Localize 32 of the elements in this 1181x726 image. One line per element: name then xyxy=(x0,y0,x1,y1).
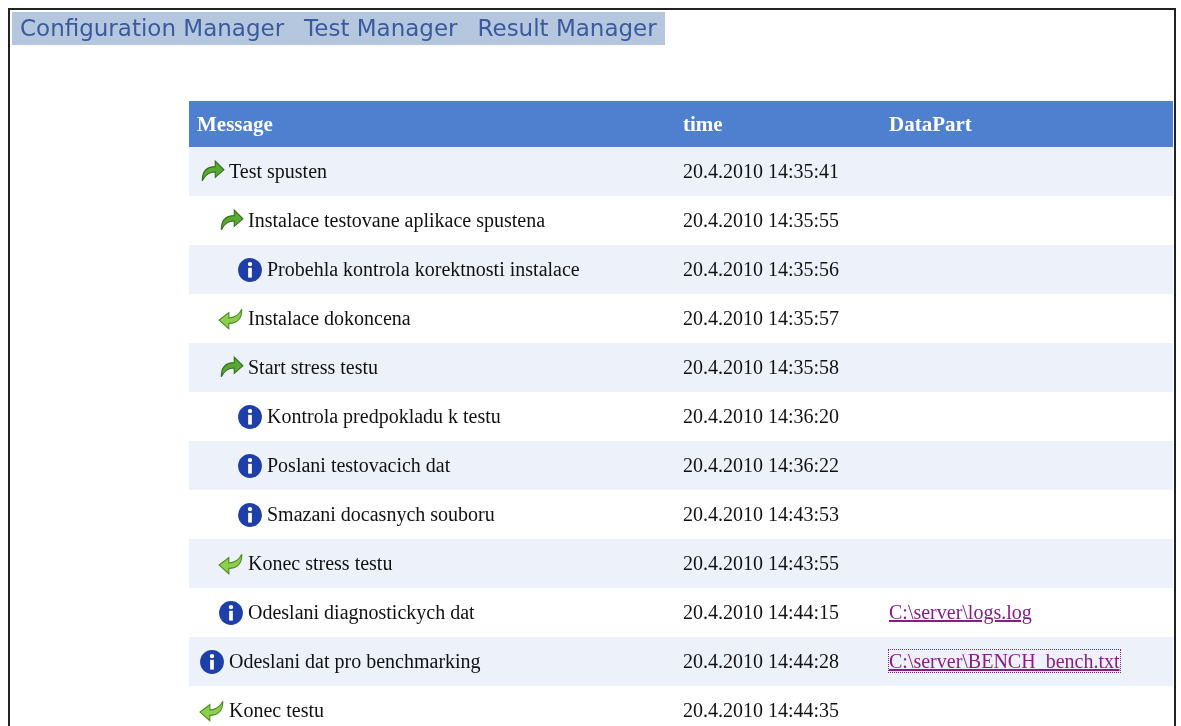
message-text: Poslani testovacich dat xyxy=(267,454,451,477)
time-text: 20.4.2010 14:35:55 xyxy=(683,209,840,231)
time-text: 20.4.2010 14:44:15 xyxy=(683,601,840,623)
message-text: Odeslani diagnostickych dat xyxy=(248,601,475,624)
time-text: 20.4.2010 14:35:57 xyxy=(683,307,840,329)
message-text: Instalace dokoncena xyxy=(248,307,411,330)
time-text: 20.4.2010 14:35:41 xyxy=(683,160,840,182)
message-text: Odeslani dat pro benchmarking xyxy=(229,650,481,673)
menu-link[interactable]: Configuration Manager xyxy=(20,15,285,41)
menu-link[interactable]: Result Manager xyxy=(477,15,657,41)
time-text: 20.4.2010 14:36:22 xyxy=(683,454,840,476)
time-text: 20.4.2010 14:35:58 xyxy=(683,356,840,378)
column-header: time xyxy=(683,111,723,136)
message-text: Smazani docasnych souboru xyxy=(267,503,495,526)
message-text: Probehla kontrola korektnosti instalace xyxy=(267,258,580,281)
file-link[interactable]: C:\server\BENCH_bench.txt xyxy=(889,650,1120,672)
time-text: 20.4.2010 14:43:53 xyxy=(683,503,840,525)
column-header: Message xyxy=(197,111,273,136)
time-text: 20.4.2010 14:35:56 xyxy=(683,258,840,280)
menu-link[interactable]: Test Manager xyxy=(304,15,458,41)
time-text: 20.4.2010 14:43:55 xyxy=(683,552,840,574)
message-text: Konec stress testu xyxy=(248,552,393,575)
message-text: Test spusten xyxy=(229,160,328,183)
time-text: 20.4.2010 14:36:20 xyxy=(683,405,840,427)
time-text: 20.4.2010 14:44:28 xyxy=(683,650,840,672)
message-text: Instalace testovane aplikace spustena xyxy=(248,209,546,232)
message-text: Start stress testu xyxy=(248,356,378,379)
time-text: 20.4.2010 14:44:35 xyxy=(683,699,840,721)
message-text: Kontrola predpokladu k testu xyxy=(267,405,501,428)
file-link[interactable]: C:\server\logs.log xyxy=(889,601,1032,623)
message-text: Konec testu xyxy=(229,699,324,722)
column-header: DataPart xyxy=(889,111,972,136)
